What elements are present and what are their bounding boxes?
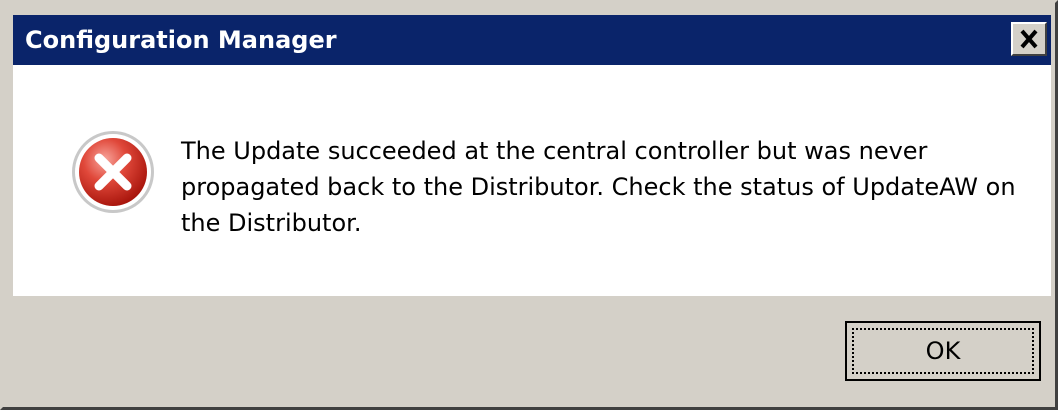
error-icon <box>72 131 154 213</box>
close-button[interactable] <box>1011 22 1047 56</box>
title-bar[interactable]: Configuration Manager <box>13 15 1051 65</box>
close-icon <box>1020 29 1038 49</box>
ok-button-label: OK <box>852 328 1034 374</box>
error-message: The Update succeeded at the central cont… <box>181 137 1016 237</box>
ok-button[interactable]: OK <box>845 321 1041 381</box>
dialog-window: Configuration Manager The Update succeed… <box>0 0 1058 410</box>
window-title: Configuration Manager <box>25 26 337 54</box>
button-bar: OK <box>13 296 1051 404</box>
message-area: The Update succeeded at the central cont… <box>13 65 1051 296</box>
